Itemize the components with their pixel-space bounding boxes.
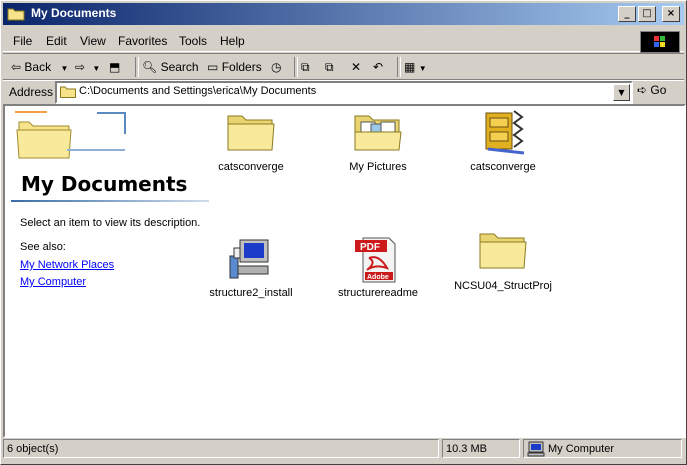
folders-button[interactable]: ▭ Folders	[207, 58, 262, 76]
menu-edit[interactable]: Edit	[46, 34, 67, 48]
link-my-computer[interactable]: My Computer	[20, 276, 86, 288]
item-label: NCSU04_StructProj	[454, 280, 552, 292]
undo-icon: ↶	[373, 60, 384, 74]
go-button[interactable]: ➪ Go	[637, 83, 666, 97]
forward-arrow-icon: ⇨	[75, 60, 86, 74]
folder-icon	[60, 86, 76, 98]
status-zone: My Computer	[523, 439, 682, 458]
link-my-network-places[interactable]: My Network Places	[20, 259, 114, 271]
title-divider	[11, 200, 209, 202]
views-icon: ▦	[404, 60, 416, 74]
maximize-button[interactable]: □	[638, 6, 656, 22]
svg-text:Adobe: Adobe	[367, 274, 389, 281]
menu-tools[interactable]: Tools	[179, 34, 207, 48]
toolbar-divider	[294, 57, 298, 77]
address-dropdown-button[interactable]: ▼	[613, 84, 630, 101]
title-bar[interactable]: My Documents _ □ ×	[3, 3, 684, 25]
go-arrow-icon: ➪	[637, 83, 648, 97]
item-label: catsconverge	[470, 161, 536, 173]
copy-to-icon: ⧉	[325, 60, 334, 74]
search-icon: 🔍︎	[142, 60, 158, 74]
list-item[interactable]: catsconverge	[196, 106, 306, 176]
move-to-icon: ⧉	[301, 60, 310, 74]
status-size: 10.3 MB	[442, 439, 520, 458]
list-item[interactable]: catsconverge	[448, 106, 558, 176]
pdf-icon: PDF Adobe	[355, 237, 396, 283]
back-button[interactable]: ⇦ Back ▼	[11, 58, 68, 76]
folders-icon: ▭	[207, 60, 219, 74]
explorer-window: My Documents _ □ × File Edit View Favori…	[0, 0, 687, 465]
minimize-button[interactable]: _	[618, 6, 636, 22]
item-label: structure2_install	[209, 287, 293, 299]
item-label: structurereadme	[337, 287, 419, 299]
menu-bar: File Edit View Favorites Tools Help	[3, 29, 684, 53]
folder-icon	[7, 8, 25, 21]
svg-text:PDF: PDF	[360, 242, 380, 253]
folder-icon	[479, 233, 527, 269]
chevron-down-icon: ▼	[92, 64, 101, 73]
window-title: My Documents	[31, 6, 117, 20]
chevron-down-icon: ▼	[60, 64, 69, 73]
list-item[interactable]: NCSU04_StructProj	[448, 224, 558, 294]
address-bar: Address C:\Documents and Settings\erica\…	[3, 79, 684, 104]
web-view-banner-graphic	[15, 111, 126, 159]
address-label: Address	[9, 85, 54, 99]
menu-help[interactable]: Help	[220, 34, 245, 48]
list-item[interactable]: My Pictures	[323, 106, 433, 176]
item-label: catsconverge	[218, 161, 284, 173]
history-button[interactable]: ◷	[271, 58, 281, 76]
windows-logo-icon	[640, 31, 680, 53]
status-zone-label: My Computer	[548, 443, 615, 455]
list-item[interactable]: structure2_install	[196, 232, 306, 302]
toolbar-divider	[397, 57, 401, 77]
page-title: My Documents	[21, 172, 188, 196]
search-button[interactable]: 🔍︎ Search	[142, 58, 199, 76]
undo-button[interactable]: ↶	[373, 58, 383, 76]
up-folder-icon: ⬒	[109, 60, 121, 74]
see-also-heading: See also:	[20, 241, 66, 253]
folder-view: My Documents Select an item to view its …	[3, 104, 686, 438]
copy-to-button[interactable]: ⧉	[325, 58, 334, 76]
move-to-button[interactable]: ⧉	[301, 58, 310, 76]
status-object-count: 6 object(s)	[3, 439, 439, 458]
back-arrow-icon: ⇦	[11, 60, 22, 74]
close-button[interactable]: ×	[662, 6, 680, 22]
menu-file[interactable]: File	[13, 34, 32, 48]
list-item[interactable]: PDF Adobe structurereadme	[323, 232, 433, 302]
menu-view[interactable]: View	[80, 34, 106, 48]
up-folder-button[interactable]: ⬒	[109, 58, 120, 76]
item-description: Select an item to view its description.	[20, 217, 201, 229]
winzip-archive-icon	[485, 110, 525, 155]
views-button[interactable]: ▦ ▼	[404, 58, 427, 76]
my-computer-icon	[527, 441, 545, 457]
delete-icon: ✕	[351, 60, 362, 74]
forward-button[interactable]: ⇨ ▼	[75, 58, 100, 76]
chevron-down-icon: ▼	[418, 64, 427, 73]
item-label: My Pictures	[349, 161, 407, 173]
menu-favorites[interactable]: Favorites	[118, 34, 167, 48]
installer-icon	[229, 239, 269, 279]
address-input[interactable]: C:\Documents and Settings\erica\My Docum…	[55, 81, 633, 104]
standard-toolbar: ⇦ Back ▼ ⇨ ▼ ⬒ 🔍︎ Search ▭ Folders ◷ ⧉ ⧉	[3, 53, 684, 81]
folder-icon	[227, 115, 275, 151]
delete-button[interactable]: ✕	[351, 58, 361, 76]
toolbar-divider	[135, 57, 139, 77]
pictures-folder-icon	[354, 115, 402, 151]
status-bar: 6 object(s) 10.3 MB My Computer	[3, 438, 684, 460]
address-value: C:\Documents and Settings\erica\My Docum…	[79, 85, 317, 97]
history-icon: ◷	[271, 60, 282, 74]
